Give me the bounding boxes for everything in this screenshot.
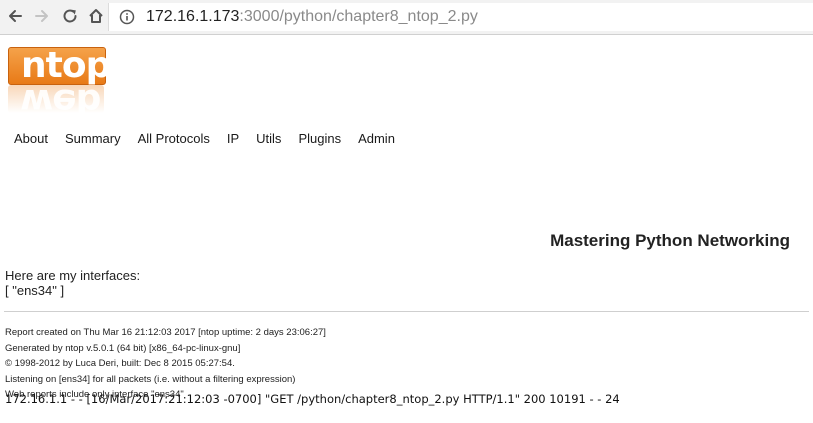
forward-button[interactable]: [31, 5, 53, 27]
logo-reflection-text: web: [20, 81, 101, 113]
forward-arrow-icon: [35, 10, 48, 22]
reload-button[interactable]: [59, 5, 81, 27]
url-path: :3000/python/chapter8_ntop_2.py: [239, 8, 478, 25]
address-bar[interactable]: 172.16.1.173:3000/python/chapter8_ntop_2…: [108, 3, 813, 31]
menu-item-about[interactable]: About: [14, 131, 48, 146]
back-button[interactable]: [4, 5, 26, 27]
reload-icon: [63, 9, 77, 23]
url-text[interactable]: 172.16.1.173:3000/python/chapter8_ntop_2…: [146, 7, 478, 27]
page-heading: Mastering Python Networking: [550, 231, 790, 250]
menu-item-plugins[interactable]: Plugins: [298, 131, 341, 146]
access-log-line: 172.16.1.1 - - [16/Mar/2017:21:12:03 -07…: [5, 392, 620, 406]
interfaces-label: Here are my interfaces:: [5, 268, 141, 283]
footer-line: © 1998-2012 by Luca Deri, built: Dec 8 2…: [5, 358, 235, 370]
info-icon[interactable]: [119, 9, 135, 25]
menu-item-ip[interactable]: IP: [227, 131, 239, 146]
menu-item-utils[interactable]: Utils: [256, 131, 281, 146]
home-icon: [89, 9, 103, 23]
logo-box: ntop: [8, 47, 106, 86]
back-arrow-icon: [9, 10, 22, 22]
ntop-logo[interactable]: ntop web: [8, 47, 106, 113]
divider: [4, 311, 809, 312]
footer-line: Generated by ntop v.5.0.1 (64 bit) [x86_…: [5, 342, 241, 354]
interfaces-list: [ "ens34" ]: [5, 283, 65, 298]
url-host: 172.16.1.173: [146, 8, 240, 25]
logo-reflection: web: [8, 81, 104, 113]
menu-item-admin[interactable]: Admin: [358, 131, 395, 146]
home-button[interactable]: [85, 5, 107, 27]
menu-item-all-protocols[interactable]: All Protocols: [138, 131, 210, 146]
main-menu: About Summary All Protocols IP Utils Plu…: [14, 131, 395, 146]
menu-item-summary[interactable]: Summary: [65, 131, 121, 146]
footer-line: Listening on [ens34] for all packets (i.…: [5, 373, 296, 385]
footer-line: Report created on Thu Mar 16 21:12:03 20…: [5, 327, 326, 338]
browser-toolbar: 172.16.1.173:3000/python/chapter8_ntop_2…: [0, 0, 813, 35]
